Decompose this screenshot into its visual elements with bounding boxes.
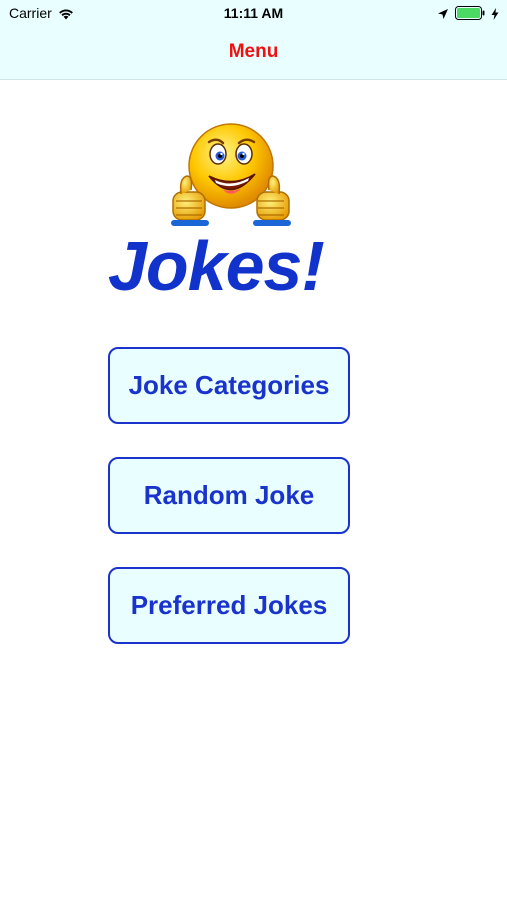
preferred-jokes-label: Preferred Jokes xyxy=(130,590,328,620)
status-icons xyxy=(437,6,499,20)
joke-categories-label: Joke Categories xyxy=(128,370,330,400)
status-bar: Carrier 11:11 AM xyxy=(0,0,507,28)
app-title: Jokes! xyxy=(108,227,325,305)
random-joke-button[interactable]: Random Joke xyxy=(108,457,350,534)
location-arrow-icon xyxy=(437,7,449,19)
clock: 11:11 AM xyxy=(223,5,284,21)
battery-icon xyxy=(455,6,485,20)
navigation-bar: Menu xyxy=(0,28,507,78)
charging-bolt-icon xyxy=(491,7,499,20)
joke-categories-button[interactable]: Joke Categories xyxy=(108,347,350,424)
app-screen: Carrier 11:11 AM Menu Jokes! Joke Catego… xyxy=(0,0,507,900)
random-joke-label: Random Joke xyxy=(143,480,315,510)
preferred-jokes-button[interactable]: Preferred Jokes xyxy=(108,567,350,644)
thumbs-up-smiley-icon xyxy=(165,118,295,230)
nav-title: Menu xyxy=(228,40,279,62)
top-bar: Carrier 11:11 AM Menu xyxy=(0,0,507,80)
